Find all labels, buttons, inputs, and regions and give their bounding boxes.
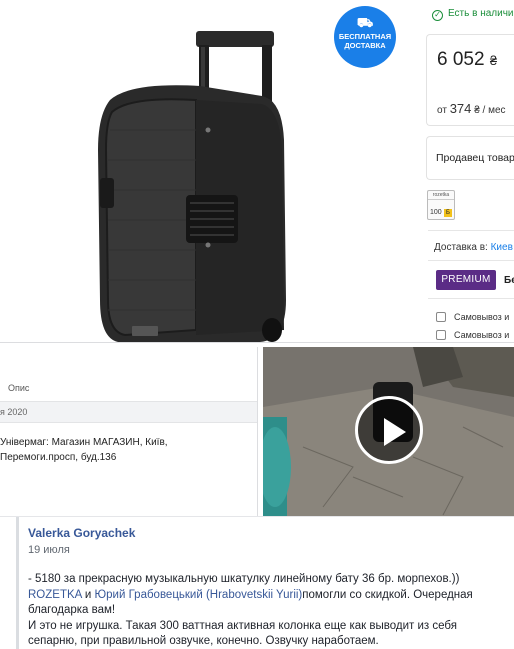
seller-box[interactable]: Продавец товара <box>426 136 514 180</box>
rating-icon-label: rozetka <box>428 191 454 200</box>
receipt-address-line1: Універмаг: Магазин МАГАЗИН, Київ, <box>0 437 168 448</box>
premium-description: Бе <box>504 275 514 286</box>
receipt-header: Опис <box>0 347 257 401</box>
installment-prefix: от <box>437 105 447 116</box>
video-thumbnail[interactable] <box>263 347 514 517</box>
installment-info[interactable]: от 374 ₴ / мес <box>437 101 506 116</box>
quote-bar <box>16 517 19 649</box>
divider <box>428 298 514 299</box>
comment-line: ROZETKA и Юрий Грабовецький (Hrabovetski… <box>28 588 508 604</box>
product-section: ⛟ БЕСПЛАТНАЯ ДОСТАВКА ✓ Есть в наличии 6 … <box>0 0 514 342</box>
premium-badge[interactable]: PREMIUM <box>436 270 496 290</box>
receipt-date-row: я 2020 <box>0 401 257 423</box>
delivery-badge-line2: ДОСТАВКА <box>344 41 386 50</box>
map-point-icon <box>436 330 446 340</box>
comment-line-rest: помогли со скидкой. Очередная <box>302 588 473 601</box>
seller-label: Продавец товара <box>436 152 514 164</box>
quoted-comment: Valerka Goryachek 19 июля - 5180 за прек… <box>0 516 514 649</box>
pickup-option[interactable]: Самовывоз и <box>436 312 509 322</box>
comment-date[interactable]: 19 июля <box>28 544 70 556</box>
mention-rozetka[interactable]: ROZETKA <box>28 589 82 601</box>
stock-status-text: Есть в наличии <box>448 8 514 19</box>
divider <box>428 260 514 261</box>
receipt-screenshot[interactable]: Опис я 2020 Універмаг: Магазин МАГАЗИН, … <box>0 347 258 517</box>
price-value: 6 052 <box>437 49 485 70</box>
attachments-row: Опис я 2020 Універмаг: Магазин МАГАЗИН, … <box>0 342 514 517</box>
pickup-option-label: Самовывоз и <box>454 330 510 340</box>
free-delivery-badge: ⛟ БЕСПЛАТНАЯ ДОСТАВКА <box>334 6 396 68</box>
mention-user[interactable]: Юрий Грабовецький (Hrabovetskii Yurii) <box>95 589 303 601</box>
receipt-header-label: Опис <box>8 383 30 393</box>
store-icon <box>436 312 446 322</box>
comment-line: сепарню, при правильной озвучке, конечно… <box>28 635 379 647</box>
stock-status: ✓ Есть в наличии <box>432 8 514 21</box>
truck-icon: ⛟ <box>356 15 374 30</box>
receipt-address-line2: Перемоги.просп, буд.136 <box>0 452 117 463</box>
comment-body: - 5180 за прекрасную музыкальную шкатулк… <box>28 572 508 649</box>
delivery-location: Доставка в: Киев <box>434 242 513 253</box>
seller-rating-icon[interactable]: rozetka 100 Б <box>427 190 455 220</box>
product-photo[interactable]: ⛟ БЕСПЛАТНАЯ ДОСТАВКА <box>0 0 424 342</box>
installment-suffix: ₴ / мес <box>474 105 506 116</box>
price-currency: ₴ <box>489 53 498 68</box>
product-price: 6 052 ₴ <box>437 49 497 71</box>
comment-line: благодарка вам! <box>28 604 116 616</box>
installment-amount: 374 <box>449 101 472 116</box>
divider <box>428 230 514 231</box>
receipt-address: Універмаг: Магазин МАГАЗИН, Київ, Перемо… <box>0 435 168 465</box>
rating-score: 100 <box>430 209 442 216</box>
product-side-panel: ✓ Есть в наличии 6 052 ₴ от 374 ₴ / мес П… <box>424 0 514 342</box>
delivery-badge-line1: БЕСПЛАТНАЯ <box>338 32 392 41</box>
comment-line: - 5180 за прекрасную музыкальную шкатулк… <box>28 573 460 585</box>
comment-line: И это не игрушка. Такая 300 ваттная акти… <box>28 619 457 632</box>
delivery-label: Доставка в: <box>434 242 488 253</box>
delivery-city-link[interactable]: Киев <box>491 242 513 253</box>
price-card: 6 052 ₴ от 374 ₴ / мес <box>426 34 514 126</box>
comment-conjunction: и <box>84 588 92 601</box>
play-icon <box>384 418 406 446</box>
receipt-date: я 2020 <box>0 407 28 417</box>
play-button[interactable] <box>355 396 423 464</box>
pickup-option[interactable]: Самовывоз и <box>436 330 509 340</box>
comment-author-link[interactable]: Valerka Goryachek <box>28 526 135 540</box>
check-circle-icon: ✓ <box>432 10 443 21</box>
rating-mark: Б <box>444 209 452 217</box>
pickup-option-label: Самовывоз и <box>454 312 510 322</box>
